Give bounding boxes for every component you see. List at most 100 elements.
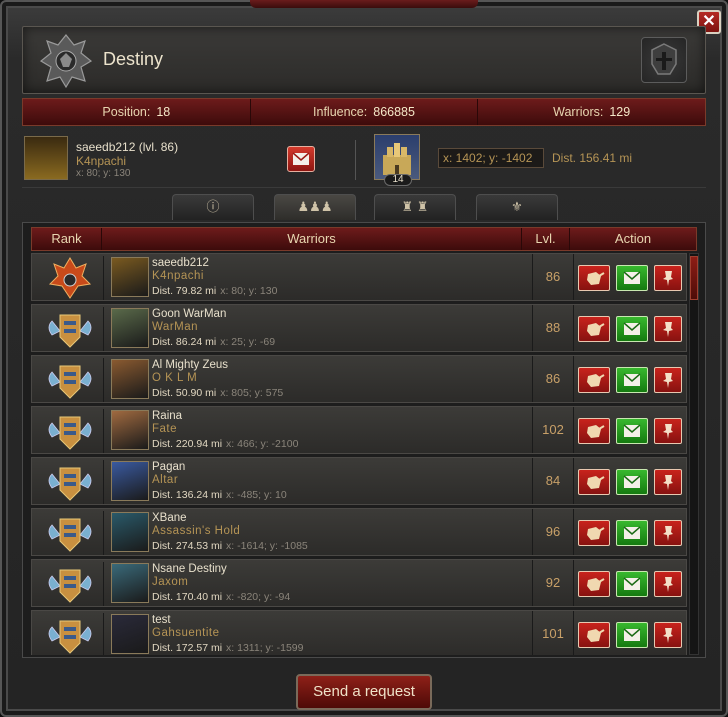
warrior-guild: WarMan bbox=[152, 321, 199, 333]
pin-button[interactable] bbox=[654, 367, 682, 393]
warrior-guild: Assassin's Hold bbox=[152, 525, 241, 537]
warrior-distance: Dist. 50.90 mi x: 805; y: 575 bbox=[152, 387, 283, 399]
buildings-icon: ♜ ♜ bbox=[401, 199, 429, 214]
warrior-coords[interactable]: x: -820; y: -94 bbox=[226, 591, 290, 603]
warrior-avatar[interactable] bbox=[111, 257, 149, 297]
header-action: Action bbox=[614, 231, 652, 246]
warrior-dist-value: Dist. 172.57 mi bbox=[152, 642, 223, 654]
warrior-distance: Dist. 170.40 mi x: -820; y: -94 bbox=[152, 591, 290, 603]
warrior-distance: Dist. 220.94 mi x: 466; y: -2100 bbox=[152, 438, 298, 450]
warrior-name[interactable]: Nsane Destiny bbox=[152, 563, 227, 575]
leader-avatar[interactable] bbox=[24, 136, 68, 180]
envelope-icon bbox=[623, 322, 641, 335]
leader-info-bar: saeedb212 (lvl. 86) K4npachi x: 80; y: 1… bbox=[22, 130, 706, 188]
warrior-coords[interactable]: x: 1311; y: -1599 bbox=[226, 642, 303, 654]
guild-stats-bar: Position: 18 Influence: 866885 Warriors: 12… bbox=[22, 98, 706, 126]
table-row[interactable]: Nsane Destiny Jaxom Dist. 170.40 mi x: -8… bbox=[31, 559, 687, 607]
warrior-dist-value: Dist. 274.53 mi bbox=[152, 540, 223, 552]
warrior-name[interactable]: saeedb212 bbox=[152, 257, 209, 269]
rank-leader-icon bbox=[36, 256, 104, 300]
table-row[interactable]: Raina Fate Dist. 220.94 mi x: 466; y: -21… bbox=[31, 406, 687, 454]
attack-button[interactable] bbox=[578, 571, 610, 597]
pin-button[interactable] bbox=[654, 622, 682, 648]
pin-button[interactable] bbox=[654, 316, 682, 342]
warrior-coords[interactable]: x: 466; y: -2100 bbox=[226, 438, 298, 450]
attack-button[interactable] bbox=[578, 265, 610, 291]
warrior-avatar[interactable] bbox=[111, 461, 149, 501]
message-button[interactable] bbox=[616, 316, 648, 342]
warrior-avatar[interactable] bbox=[111, 512, 149, 552]
message-button[interactable] bbox=[616, 571, 648, 597]
warrior-level: 84 bbox=[532, 458, 574, 504]
warriors-label: Warriors: bbox=[553, 105, 604, 119]
tab-members[interactable]: ♟♟♟ bbox=[274, 194, 356, 220]
send-request-button[interactable]: Send a request bbox=[296, 674, 432, 710]
fist-icon bbox=[587, 272, 605, 285]
pin-button[interactable] bbox=[654, 520, 682, 546]
window-top-ornament bbox=[250, 0, 478, 8]
table-row[interactable]: Goon WarMan WarMan Dist. 86.24 mi x: 25; … bbox=[31, 304, 687, 352]
table-row[interactable]: saeedb212 K4npachi Dist. 79.82 mi x: 80; … bbox=[31, 253, 687, 301]
warrior-name[interactable]: Raina bbox=[152, 410, 182, 422]
tab-info[interactable]: ⓘ bbox=[172, 194, 254, 220]
leader-name: saeedb212 (lvl. 86) bbox=[76, 140, 179, 154]
castle-icon bbox=[383, 143, 411, 175]
warrior-avatar[interactable] bbox=[111, 359, 149, 399]
table-row[interactable]: test Gahsuentite Dist. 172.57 mi x: 1311;… bbox=[31, 610, 687, 655]
warrior-distance: Dist. 172.57 mi x: 1311; y: -1599 bbox=[152, 642, 303, 654]
guild-emblem-icon bbox=[39, 34, 93, 89]
envelope-icon bbox=[623, 373, 641, 386]
attack-button[interactable] bbox=[578, 418, 610, 444]
message-button[interactable] bbox=[616, 469, 648, 495]
warrior-coords[interactable]: x: -485; y: 10 bbox=[226, 489, 287, 501]
table-row[interactable]: XBane Assassin's Hold Dist. 274.53 mi x: … bbox=[31, 508, 687, 556]
rank-member-icon bbox=[36, 409, 104, 453]
attack-button[interactable] bbox=[578, 367, 610, 393]
leader-mail-button[interactable] bbox=[287, 146, 315, 172]
warrior-coords[interactable]: x: 80; y: 130 bbox=[220, 285, 277, 297]
envelope-icon bbox=[623, 526, 641, 539]
attack-button[interactable] bbox=[578, 520, 610, 546]
warrior-avatar[interactable] bbox=[111, 308, 149, 348]
warrior-dist-value: Dist. 136.24 mi bbox=[152, 489, 223, 501]
message-button[interactable] bbox=[616, 265, 648, 291]
pin-button[interactable] bbox=[654, 265, 682, 291]
table-row[interactable]: Al Mighty Zeus O K L M Dist. 50.90 mi x: … bbox=[31, 355, 687, 403]
attack-button[interactable] bbox=[578, 622, 610, 648]
warriors-list: saeedb212 K4npachi Dist. 79.82 mi x: 80; … bbox=[31, 253, 687, 655]
message-button[interactable] bbox=[616, 520, 648, 546]
attack-button[interactable] bbox=[578, 316, 610, 342]
scrollbar[interactable] bbox=[689, 253, 699, 655]
guild-helm-button[interactable] bbox=[641, 37, 687, 83]
pin-button[interactable] bbox=[654, 418, 682, 444]
pin-button[interactable] bbox=[654, 571, 682, 597]
tab-helm[interactable]: ⚜ bbox=[476, 194, 558, 220]
fist-icon bbox=[587, 578, 605, 591]
envelope-icon bbox=[292, 152, 310, 165]
castle-coords[interactable]: x: 1402; y: -1402 bbox=[438, 148, 544, 168]
warrior-name[interactable]: Pagan bbox=[152, 461, 185, 473]
tab-buildings[interactable]: ♜ ♜ bbox=[374, 194, 456, 220]
warrior-avatar[interactable] bbox=[111, 614, 149, 654]
warrior-name[interactable]: Goon WarMan bbox=[152, 308, 226, 320]
message-button[interactable] bbox=[616, 418, 648, 444]
warrior-distance: Dist. 136.24 mi x: -485; y: 10 bbox=[152, 489, 287, 501]
warrior-name[interactable]: Al Mighty Zeus bbox=[152, 359, 228, 371]
message-button[interactable] bbox=[616, 367, 648, 393]
attack-button[interactable] bbox=[578, 469, 610, 495]
warrior-name[interactable]: test bbox=[152, 614, 171, 626]
scrollbar-thumb[interactable] bbox=[690, 256, 698, 300]
pin-icon bbox=[663, 577, 673, 592]
pin-icon bbox=[663, 322, 673, 337]
warrior-coords[interactable]: x: -1614; y: -1085 bbox=[226, 540, 308, 552]
message-button[interactable] bbox=[616, 622, 648, 648]
warrior-avatar[interactable] bbox=[111, 563, 149, 603]
warrior-avatar[interactable] bbox=[111, 410, 149, 450]
pin-button[interactable] bbox=[654, 469, 682, 495]
warrior-name[interactable]: XBane bbox=[152, 512, 187, 524]
guild-title: Destiny bbox=[103, 49, 164, 69]
warrior-coords[interactable]: x: 25; y: -69 bbox=[220, 336, 275, 348]
table-row[interactable]: Pagan Altar Dist. 136.24 mi x: -485; y: 1… bbox=[31, 457, 687, 505]
warrior-coords[interactable]: x: 805; y: 575 bbox=[220, 387, 283, 399]
stat-influence: Influence: 866885 bbox=[251, 99, 479, 125]
